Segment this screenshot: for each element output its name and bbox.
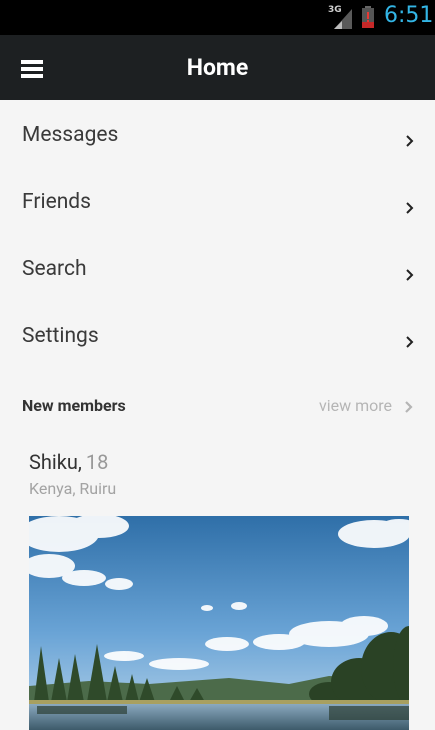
nav-item-label: Friends [22, 190, 91, 214]
nav-item-label: Messages [22, 123, 119, 147]
nav-item-search[interactable]: Search [0, 237, 435, 304]
member-location: Kenya, Ruiru [29, 479, 117, 498]
nav-item-settings[interactable]: Settings [0, 304, 435, 371]
member-name-line: Shiku, 18 [29, 450, 409, 474]
app-bar: Home [0, 35, 435, 100]
member-age: 18 [85, 450, 109, 474]
chevron-right-icon [406, 202, 414, 214]
member-photo[interactable] [29, 516, 409, 730]
nav-item-messages[interactable]: Messages [0, 103, 435, 170]
status-bar: 3G 6:51 [0, 0, 435, 35]
signal-indicator: 3G [326, 3, 356, 31]
nav-list: Messages Friends Search Settings [0, 103, 435, 371]
section-title: New members [22, 396, 126, 415]
nav-item-label: Settings [22, 324, 99, 348]
member-name: Shiku, [29, 450, 82, 474]
chevron-right-icon [406, 269, 414, 281]
chevron-right-icon [406, 336, 414, 348]
member-card[interactable]: Shiku, 18 Kenya, Ruiru [29, 450, 409, 498]
nav-item-label: Search [22, 257, 87, 281]
view-more-link[interactable]: view more [319, 396, 392, 415]
chevron-right-icon[interactable] [404, 400, 414, 414]
nav-item-friends[interactable]: Friends [0, 170, 435, 237]
status-time: 6:51 [384, 3, 434, 28]
hamburger-menu-icon [21, 60, 43, 78]
chevron-right-icon [406, 135, 414, 147]
landscape-photo [29, 516, 409, 730]
menu-button[interactable] [13, 49, 53, 89]
network-type: 3G [328, 5, 342, 15]
new-members-header: New members view more [0, 388, 435, 424]
battery-alert-icon [361, 6, 375, 28]
page-title: Home [186, 54, 249, 81]
